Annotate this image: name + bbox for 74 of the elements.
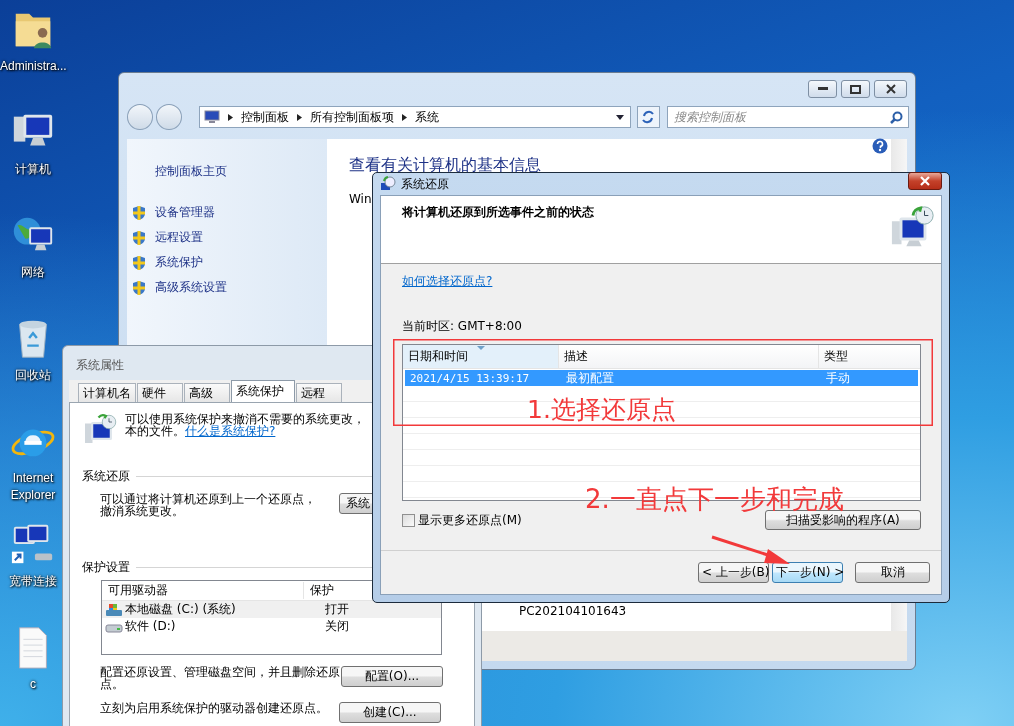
chevron-icon[interactable] [401,113,407,121]
close-button[interactable] [908,172,942,190]
tab[interactable]: 高级 [184,383,230,402]
refresh-icon [641,110,656,124]
group-label: 保护设置 [82,559,130,576]
column-header[interactable]: 日期和时间 [403,345,559,368]
task-link[interactable]: 设备管理器 [155,204,215,221]
close-button[interactable] [874,80,907,98]
minimize-button[interactable] [808,80,837,98]
page-heading: 查看有关计算机的基本信息 [349,157,541,173]
breadcrumb-item[interactable]: 所有控制面板项 [309,108,394,126]
group-label: 系统还原 [82,468,130,485]
system-drive-icon [105,602,123,617]
home-link[interactable]: 控制面板主页 [155,163,327,180]
sort-arrow-icon [477,346,485,350]
search-field[interactable]: 搜索控制面板 [667,106,910,128]
create-description: 立刻为启用系统保护的驱动器创建还原点。 [100,702,329,714]
address-bar[interactable]: 控制面板 所有控制面板项 系统 [198,106,631,128]
cancel-button[interactable]: 取消 [855,562,930,583]
computer-icon [203,110,220,124]
computer-name-text: PC202104101643 [519,604,627,618]
window-title: 系统属性 [75,357,124,374]
annotation-text: 1.选择还原点 [527,397,676,422]
tab[interactable]: 远程 [296,383,342,402]
task-link[interactable]: 远程设置 [155,229,203,246]
task-link[interactable]: 高级系统设置 [155,279,227,296]
chevron-icon[interactable] [227,113,233,121]
column-header[interactable]: 类型 [819,345,920,368]
shield-icon [132,279,146,296]
column-header[interactable]: 保护 [304,582,334,599]
desktop-icon-label[interactable]: Internet Explorer [5,470,61,504]
minimize-icon [817,87,828,91]
desktop-icon-label[interactable]: Administra... [0,58,66,75]
restore-description: 可以通过将计算机还原到上一个还原点，撤消系统更改。 [100,493,317,517]
help-icon[interactable] [872,138,888,154]
chevron-icon[interactable] [296,113,302,121]
help-link[interactable]: 什么是系统保护? [185,424,276,438]
back-button[interactable]: < 上一步(B) [698,562,769,583]
time-zone-label: 当前时区: GMT+8:00 [402,318,523,335]
configure-button[interactable]: 配置(O)... [341,666,443,687]
dialog-heading: 将计算机还原到所选事件之前的状态 [402,204,594,221]
tab[interactable]: 计算机名 [78,383,136,402]
drive-row[interactable]: 本地磁盘 (C:) (系统) 打开 [102,601,441,618]
close-icon [884,84,897,94]
maximize-icon [850,84,861,94]
configure-description: 配置还原设置、管理磁盘空间，并且删除还原点。 [100,666,340,690]
task-link[interactable]: 系统保护 [155,254,203,271]
checkbox-label[interactable]: 显示更多还原点(M) [418,511,522,529]
desktop-icon-label[interactable]: 回收站 [15,367,51,384]
shield-icon [132,204,146,221]
desktop-icon-label[interactable]: 网络 [21,264,45,281]
column-header[interactable]: 描述 [559,345,819,368]
checkbox[interactable] [402,513,415,527]
tab[interactable]: 系统保护 [231,380,295,402]
restore-icon [380,176,396,192]
column-header[interactable]: 可用驱动器 [102,582,304,599]
help-link[interactable]: 如何选择还原点? [402,273,493,290]
breadcrumb-item[interactable]: 控制面板 [240,108,289,126]
window-title: 系统还原 [401,175,449,193]
shield-icon [132,229,146,246]
description-text: 可以使用系统保护来撤消不需要的系统更改， [125,413,365,425]
description-text: 本的文件。 [125,424,185,438]
desktop-icon-label[interactable]: 计算机 [15,161,51,178]
edition-text: Win [349,192,372,206]
drive-row[interactable]: 软件 (D:) 关闭 [102,618,441,635]
breadcrumb-item[interactable]: 系统 [414,108,439,126]
refresh-button[interactable] [636,106,661,128]
tab[interactable]: 硬件 [137,383,183,402]
maximize-button[interactable] [841,80,870,98]
create-button[interactable]: 创建(C)... [339,702,441,723]
dropdown-arrow-icon[interactable] [615,114,624,120]
close-icon [919,176,931,186]
scan-programs-button[interactable]: 扫描受影响的程序(A) [765,510,921,530]
shield-icon [132,254,146,271]
